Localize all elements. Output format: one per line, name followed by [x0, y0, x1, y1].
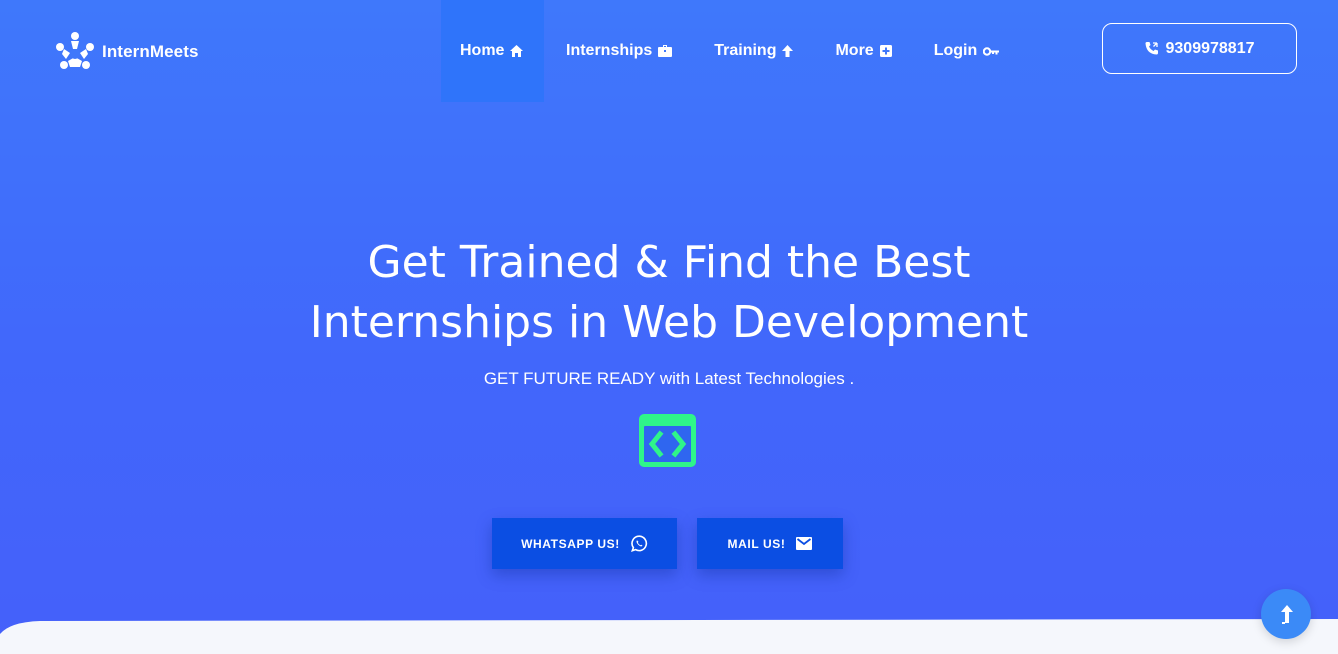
arrow-up-icon — [1281, 605, 1293, 624]
whatsapp-icon — [630, 535, 648, 552]
phone-contact-button[interactable]: 9309978817 — [1102, 23, 1297, 74]
scroll-to-top-button[interactable] — [1261, 589, 1311, 639]
whatsapp-button[interactable]: WHATSAPP US! — [492, 518, 677, 569]
nav-item-internships[interactable]: Internships — [544, 0, 692, 102]
nav-item-home[interactable]: Home — [441, 0, 544, 102]
main-nav: Home Internships Training More Login — [441, 0, 1020, 102]
hero-title-line-2: Internships in Web Development — [309, 297, 1029, 348]
hero-title-line-1: Get Trained & Find the Best — [367, 237, 971, 288]
nav-item-label: Home — [460, 42, 505, 59]
arrow-up-icon — [782, 45, 794, 57]
landing-page: InternMeets Home Internships Training Mo… — [0, 0, 1338, 654]
phone-icon — [1145, 42, 1159, 55]
plus-square-icon — [879, 45, 892, 57]
nav-item-training[interactable]: Training — [692, 0, 813, 102]
people-circle-logo-icon — [56, 32, 94, 69]
mail-button-label: MAIL US! — [727, 536, 786, 551]
whatsapp-button-label: WHATSAPP US! — [521, 536, 620, 551]
nav-item-label: Training — [714, 42, 777, 59]
mail-icon — [796, 537, 813, 550]
nav-item-label: Login — [933, 42, 978, 59]
nav-item-label: More — [835, 42, 874, 59]
code-window-icon — [639, 414, 696, 467]
nav-item-label: Internships — [566, 42, 653, 59]
brand-logo[interactable]: InternMeets — [54, 31, 199, 73]
nav-item-more[interactable]: More — [813, 0, 913, 102]
hero-title: Get Trained & Find the Best Internships … — [0, 233, 1338, 353]
key-icon — [983, 46, 1000, 56]
nav-item-login[interactable]: Login — [914, 0, 1021, 102]
home-icon — [510, 45, 524, 57]
briefcase-icon — [658, 45, 673, 57]
mail-button[interactable]: MAIL US! — [697, 518, 843, 569]
phone-number: 9309978817 — [1165, 39, 1255, 57]
brand-name: InternMeets — [102, 42, 199, 61]
hero-subtitle: GET FUTURE READY with Latest Technologie… — [483, 369, 855, 388]
